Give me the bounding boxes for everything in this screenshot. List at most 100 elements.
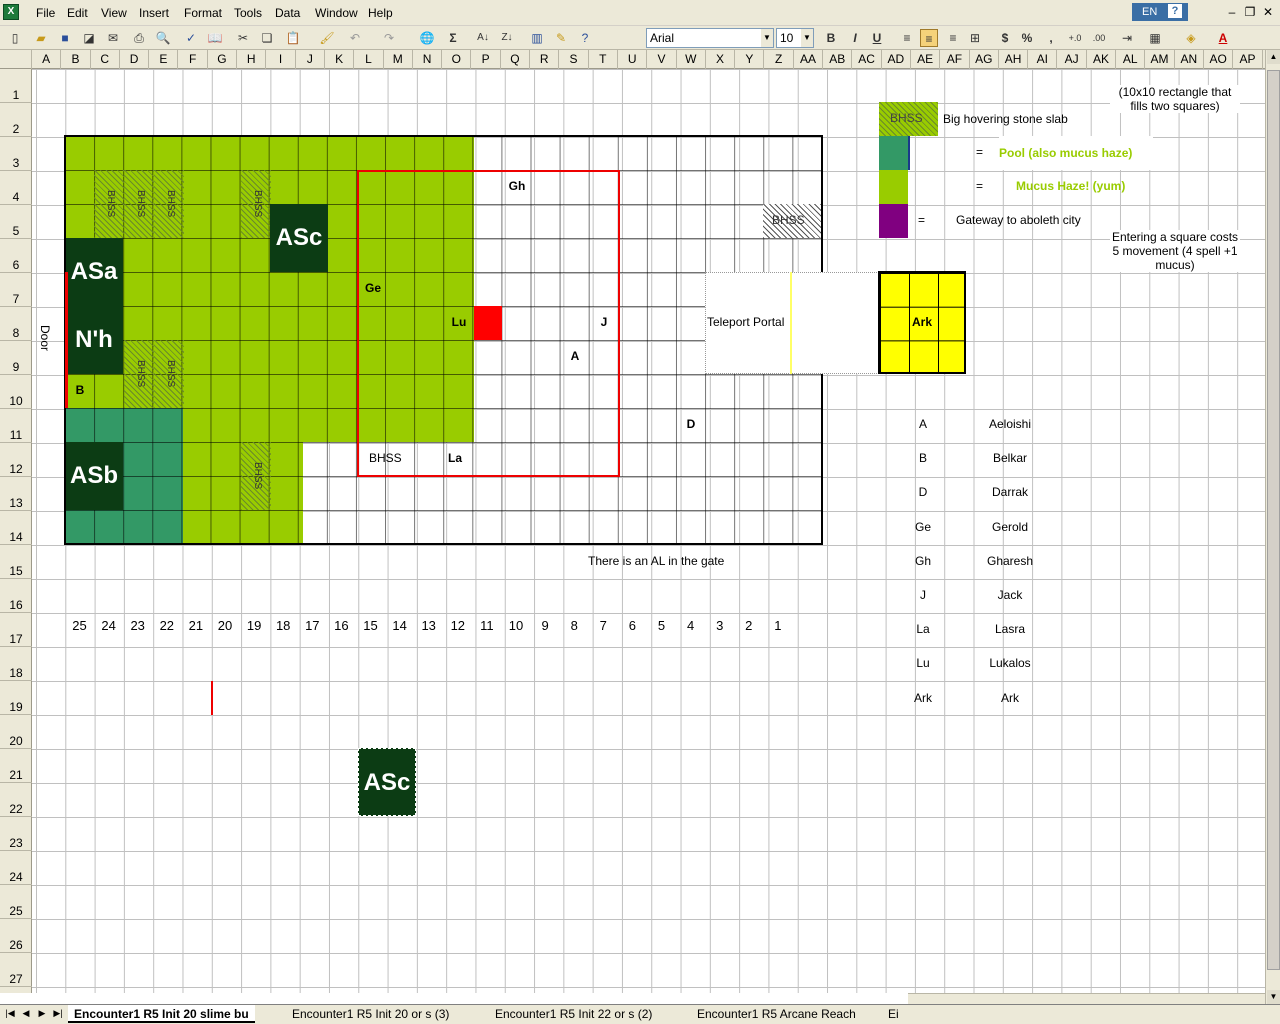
column-header[interactable]: AK xyxy=(1087,50,1117,69)
row-header[interactable]: 9 xyxy=(0,341,32,375)
row-header[interactable]: 25 xyxy=(0,885,32,919)
help-question-icon[interactable]: ? xyxy=(1168,4,1182,18)
row-header[interactable]: 12 xyxy=(0,443,32,477)
column-header[interactable]: G xyxy=(208,50,238,69)
column-header[interactable]: AD xyxy=(882,50,911,69)
last-sheet-icon[interactable]: ▶| xyxy=(52,1008,64,1019)
row-header[interactable]: 16 xyxy=(0,579,32,613)
borders-icon[interactable]: ▦ xyxy=(1146,29,1164,47)
column-header[interactable]: AN xyxy=(1175,50,1204,69)
chevron-down-icon[interactable]: ▼ xyxy=(761,29,773,47)
scroll-thumb[interactable] xyxy=(1267,70,1280,970)
row-header[interactable]: 20 xyxy=(0,715,32,749)
row-header[interactable]: 10 xyxy=(0,375,32,409)
sheet-tab[interactable]: Encounter1 R5 Arcane Reach xyxy=(691,1005,862,1023)
cut-icon[interactable]: ✂ xyxy=(234,29,252,47)
chevron-down-icon[interactable]: ▼ xyxy=(801,29,813,47)
print-icon[interactable]: ⎙ xyxy=(130,29,148,47)
column-header[interactable]: T xyxy=(589,50,618,69)
column-header[interactable]: AC xyxy=(852,50,882,69)
column-header[interactable]: X xyxy=(706,50,736,69)
row-header[interactable]: 17 xyxy=(0,613,32,647)
next-sheet-icon[interactable]: ▶ xyxy=(36,1008,48,1019)
column-header[interactable]: Q xyxy=(501,50,531,69)
bold-button[interactable]: B xyxy=(822,29,840,47)
sheet-tab[interactable]: Encounter1 R5 Init 22 or s (2) xyxy=(489,1005,658,1023)
column-header[interactable]: J xyxy=(296,50,325,69)
menu-view[interactable]: View xyxy=(101,6,127,20)
menu-window[interactable]: Window xyxy=(315,6,358,20)
column-header[interactable]: AO xyxy=(1204,50,1234,69)
row-header[interactable]: 5 xyxy=(0,205,32,239)
column-header[interactable]: O xyxy=(442,50,472,69)
align-right-icon[interactable]: ≡ xyxy=(944,29,962,47)
column-header[interactable]: I xyxy=(266,50,296,69)
font-color-icon[interactable]: A xyxy=(1214,29,1232,47)
row-header[interactable]: 18 xyxy=(0,647,32,681)
copy-icon[interactable]: ❏ xyxy=(258,29,276,47)
first-sheet-icon[interactable]: |◀ xyxy=(4,1008,16,1019)
row-header[interactable]: 11 xyxy=(0,409,32,443)
column-header[interactable]: AE xyxy=(911,50,941,69)
row-header[interactable]: 26 xyxy=(0,919,32,953)
help-icon[interactable]: ? xyxy=(576,29,594,47)
column-header[interactable]: AF xyxy=(940,50,970,69)
column-header[interactable]: AA xyxy=(794,50,824,69)
column-header[interactable]: Z xyxy=(765,50,794,69)
paste-icon[interactable]: 📋 xyxy=(284,29,302,47)
column-header[interactable]: AI xyxy=(1028,50,1058,69)
decrease-decimal-icon[interactable]: .00 xyxy=(1090,29,1108,47)
row-header[interactable]: 14 xyxy=(0,511,32,545)
row-header[interactable]: 7 xyxy=(0,273,32,307)
column-header[interactable]: R xyxy=(530,50,560,69)
fill-color-icon[interactable]: ◈ xyxy=(1182,29,1200,47)
column-header[interactable]: U xyxy=(618,50,648,69)
row-header[interactable]: 24 xyxy=(0,851,32,885)
print-preview-icon[interactable]: 🔍 xyxy=(154,29,172,47)
column-header[interactable]: AG xyxy=(970,50,999,69)
spelling-icon[interactable]: ✓ xyxy=(182,29,200,47)
currency-button[interactable]: $ xyxy=(996,29,1014,47)
drawing-icon[interactable]: ✎ xyxy=(552,29,570,47)
excel-app-icon[interactable]: X xyxy=(3,4,19,20)
font-name-select[interactable]: Arial ▼ xyxy=(646,28,774,48)
sort-descending-icon[interactable]: Z↓ xyxy=(498,29,516,47)
align-center-icon[interactable]: ≡ xyxy=(920,29,938,47)
row-header[interactable]: 13 xyxy=(0,477,32,511)
horizontal-scrollbar[interactable] xyxy=(908,993,1265,1004)
sheet-tab[interactable]: Encounter1 R5 Init 20 or s (3) xyxy=(286,1005,455,1023)
format-painter-icon[interactable]: 🖌 xyxy=(318,29,336,47)
indent-icon[interactable]: ⇥ xyxy=(1118,29,1136,47)
column-header[interactable]: D xyxy=(120,50,150,69)
align-left-icon[interactable]: ≡ xyxy=(898,29,916,47)
column-header[interactable]: AP xyxy=(1233,50,1263,69)
row-header[interactable]: 6 xyxy=(0,239,32,273)
column-header[interactable]: A xyxy=(32,50,62,69)
column-header[interactable]: S xyxy=(559,50,589,69)
row-header[interactable]: 1 xyxy=(0,69,32,103)
menu-data[interactable]: Data xyxy=(275,6,300,20)
minimize-icon[interactable]: – xyxy=(1224,4,1240,20)
column-header[interactable]: AB xyxy=(823,50,853,69)
autosum-icon[interactable]: Σ xyxy=(444,29,462,47)
underline-button[interactable]: U xyxy=(868,29,886,47)
column-header[interactable]: AJ xyxy=(1058,50,1087,69)
column-header[interactable]: Y xyxy=(735,50,765,69)
column-header[interactable]: C xyxy=(91,50,120,69)
row-header[interactable]: 3 xyxy=(0,137,32,171)
merge-center-icon[interactable]: ⊞ xyxy=(966,29,984,47)
menu-edit[interactable]: Edit xyxy=(67,6,88,20)
row-header[interactable]: 19 xyxy=(0,681,32,715)
scroll-up-icon[interactable]: ▲ xyxy=(1267,50,1280,64)
column-header[interactable]: P xyxy=(472,50,501,69)
vertical-scrollbar[interactable]: ▲ ▼ xyxy=(1265,50,1280,1004)
column-header[interactable]: AL xyxy=(1116,50,1146,69)
column-header[interactable]: K xyxy=(325,50,355,69)
menu-insert[interactable]: Insert xyxy=(139,6,169,20)
percent-button[interactable]: % xyxy=(1018,29,1036,47)
scroll-down-icon[interactable]: ▼ xyxy=(1267,990,1280,1004)
row-header[interactable]: 21 xyxy=(0,749,32,783)
select-all-corner[interactable] xyxy=(0,50,32,69)
row-header[interactable]: 23 xyxy=(0,817,32,851)
column-header[interactable]: L xyxy=(354,50,384,69)
